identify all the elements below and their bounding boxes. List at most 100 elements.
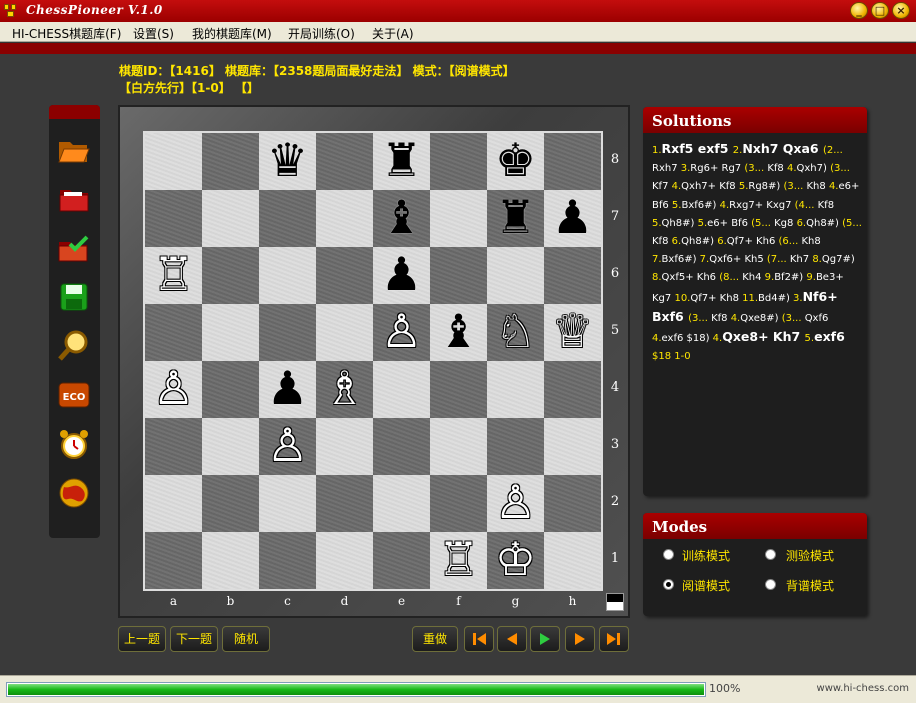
white-bishop-icon[interactable]: ♗	[316, 361, 373, 418]
white-pawn-icon[interactable]: ♙	[145, 361, 202, 418]
solution-token[interactable]: Kf8	[818, 200, 834, 211]
square-g4[interactable]	[487, 361, 544, 418]
black-pawn-icon[interactable]: ♟	[259, 361, 316, 418]
magnifier-icon[interactable]	[56, 328, 92, 364]
solution-token[interactable]: 4.	[713, 333, 723, 344]
square-b4[interactable]	[202, 361, 259, 418]
square-f7[interactable]	[430, 190, 487, 247]
minimize-button[interactable]: _	[850, 2, 868, 19]
solution-token[interactable]: (5...	[842, 218, 862, 229]
square-d7[interactable]	[316, 190, 373, 247]
square-e4[interactable]	[373, 361, 430, 418]
solution-token[interactable]: 8.	[652, 272, 662, 283]
solution-token[interactable]: (3...	[744, 163, 767, 174]
prev-problem-button[interactable]: 上一题	[118, 626, 166, 652]
square-d3[interactable]	[316, 418, 373, 475]
solution-token[interactable]: 1.	[652, 145, 662, 156]
square-d2[interactable]	[316, 475, 373, 532]
black-pawn-icon[interactable]: ♟	[544, 190, 601, 247]
square-b8[interactable]	[202, 133, 259, 190]
white-queen-icon[interactable]: ♕	[544, 304, 601, 361]
solution-token[interactable]: Qh8#)	[662, 218, 698, 229]
white-pawn-icon[interactable]: ♙	[259, 418, 316, 475]
mode-training-label[interactable]: 训练模式	[682, 547, 730, 564]
solution-token[interactable]: (4...	[795, 200, 818, 211]
square-b2[interactable]	[202, 475, 259, 532]
square-f4[interactable]	[430, 361, 487, 418]
solution-token[interactable]: (2...	[823, 145, 843, 156]
mode-memorize-radio[interactable]	[765, 579, 776, 590]
solution-token[interactable]: 10.	[674, 293, 690, 304]
chess-board[interactable]: ♛ ♜ ♚ ♝ ♜ ♟ ♖ ♟ ♙ ♝ ♘ ♕ ♙ ♟ ♗ ♙ ♙ ♖ ♔	[143, 131, 603, 591]
square-h1[interactable]	[544, 532, 601, 589]
mode-reading-radio[interactable]	[663, 579, 674, 590]
solution-token[interactable]: Qh8#)	[806, 218, 842, 229]
solution-token[interactable]: 7.	[652, 254, 662, 265]
solution-token[interactable]: (6...	[779, 236, 802, 247]
solution-token[interactable]: Rg8#)	[748, 181, 783, 192]
square-d5[interactable]	[316, 304, 373, 361]
solution-token[interactable]: 7.	[700, 254, 710, 265]
square-h2[interactable]	[544, 475, 601, 532]
square-d1[interactable]	[316, 532, 373, 589]
last-move-button[interactable]	[599, 626, 629, 652]
square-a8[interactable]	[145, 133, 202, 190]
solution-token[interactable]: exf6 $18)	[662, 333, 713, 344]
square-c2[interactable]	[259, 475, 316, 532]
solution-token[interactable]: 4.	[787, 163, 797, 174]
white-pawn-icon[interactable]: ♙	[487, 475, 544, 532]
square-f8[interactable]	[430, 133, 487, 190]
solution-token[interactable]: 4.	[731, 313, 741, 324]
globe-icon[interactable]	[56, 475, 92, 511]
white-pawn-icon[interactable]: ♙	[373, 304, 430, 361]
square-g6[interactable]	[487, 247, 544, 304]
square-b5[interactable]	[202, 304, 259, 361]
save-disk-icon[interactable]	[56, 279, 92, 315]
solution-token[interactable]: Kh7	[790, 254, 812, 265]
solution-token[interactable]: Bd4#)	[758, 293, 793, 304]
square-h8[interactable]	[544, 133, 601, 190]
solution-token[interactable]: Bxf6#)	[662, 254, 700, 265]
square-f6[interactable]	[430, 247, 487, 304]
solution-token[interactable]: Kh4	[742, 272, 764, 283]
square-f2[interactable]	[430, 475, 487, 532]
white-rook-icon[interactable]: ♖	[145, 247, 202, 304]
website-link[interactable]: www.hi-chess.com	[817, 683, 909, 694]
solution-token[interactable]: Rg6+ Rg7	[690, 163, 744, 174]
solution-token[interactable]: Bxf6#)	[681, 200, 719, 211]
random-problem-button[interactable]: 随机	[222, 626, 270, 652]
solution-token[interactable]: (8...	[719, 272, 742, 283]
black-queen-icon[interactable]: ♛	[259, 133, 316, 190]
square-c7[interactable]	[259, 190, 316, 247]
solution-token[interactable]: Qxh7+ Kf8	[681, 181, 739, 192]
square-c1[interactable]	[259, 532, 316, 589]
square-e3[interactable]	[373, 418, 430, 475]
solution-token[interactable]: Qf7+ Kh8	[690, 293, 742, 304]
redo-button[interactable]: 重做	[412, 626, 458, 652]
menu-opening-training[interactable]: 开局训练(O)	[288, 25, 355, 42]
close-button[interactable]: ×	[892, 2, 910, 19]
square-a3[interactable]	[145, 418, 202, 475]
solution-token[interactable]: Kg8	[774, 218, 796, 229]
black-rook-icon[interactable]: ♜	[487, 190, 544, 247]
white-knight-icon[interactable]: ♘	[487, 304, 544, 361]
solution-token[interactable]: Bf2#)	[774, 272, 806, 283]
solution-token[interactable]: Qf7+ Kh6	[727, 236, 779, 247]
solution-token[interactable]: 4.	[720, 200, 730, 211]
solution-token[interactable]: (3...	[782, 313, 805, 324]
square-a5[interactable]	[145, 304, 202, 361]
next-move-button[interactable]	[565, 626, 595, 652]
square-d6[interactable]	[316, 247, 373, 304]
white-rook-icon[interactable]: ♖	[430, 532, 487, 589]
solution-token[interactable]: (7...	[767, 254, 790, 265]
solution-token[interactable]: Kh8	[807, 181, 829, 192]
solution-token[interactable]: 2.	[733, 145, 743, 156]
red-folder-icon[interactable]	[56, 181, 92, 217]
solution-token[interactable]: Qxf5+ Kh6	[662, 272, 720, 283]
solution-token[interactable]: 6.	[797, 218, 807, 229]
solution-token[interactable]: 6.	[672, 236, 682, 247]
mode-training-radio[interactable]	[663, 549, 674, 560]
solution-token[interactable]: Qxf6	[805, 313, 829, 324]
solution-token[interactable]: e6+ Bf6	[707, 218, 751, 229]
menu-settings[interactable]: 设置(S)	[133, 25, 174, 42]
